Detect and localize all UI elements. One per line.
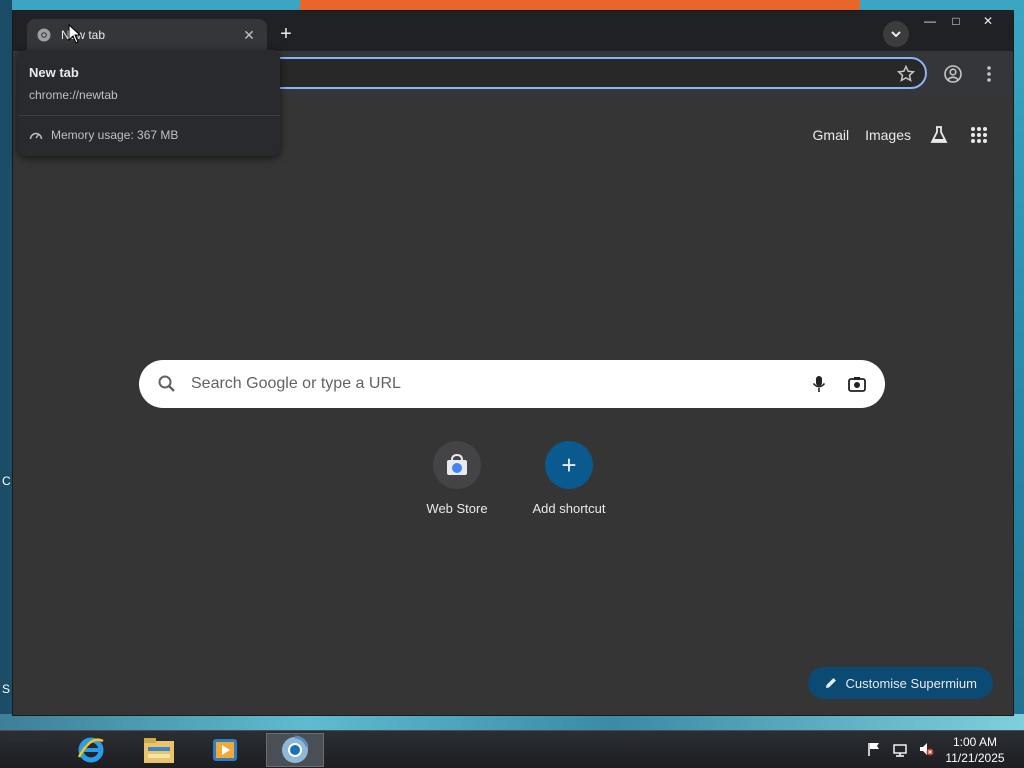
- mouse-cursor-icon: [68, 24, 82, 44]
- pencil-icon: [825, 678, 836, 688]
- hover-card-memory: Memory usage: 367 MB: [29, 128, 178, 142]
- volume-muted-icon[interactable]: [918, 741, 934, 757]
- close-window-button[interactable]: ✕: [973, 11, 1003, 31]
- shortcut-label: Add shortcut: [532, 501, 606, 516]
- shortcut-label: Web Store: [426, 501, 488, 516]
- labs-flask-icon[interactable]: [927, 123, 951, 147]
- maximize-button[interactable]: □: [943, 11, 969, 31]
- images-link[interactable]: Images: [865, 127, 911, 143]
- more-menu-icon[interactable]: [981, 64, 997, 84]
- tab-search-button[interactable]: [883, 21, 909, 47]
- profile-icon[interactable]: [943, 64, 963, 84]
- hover-card-divider: [18, 115, 280, 116]
- gauge-icon: [29, 132, 43, 140]
- close-icon[interactable]: ✕: [241, 27, 257, 43]
- tab-hover-card: New tab chrome://newtab Memory usage: 36…: [18, 50, 280, 156]
- top-links: Gmail Images: [813, 123, 991, 147]
- clock-date: 11/21/2025: [945, 751, 1005, 765]
- desktop-icon-label-partial-2: S: [2, 682, 11, 696]
- chrome-icon[interactable]: [266, 733, 324, 767]
- clock-time: 1:00 AM: [952, 735, 998, 749]
- action-center-flag-icon[interactable]: [866, 741, 882, 757]
- file-explorer-icon[interactable]: [132, 733, 186, 767]
- start-button[interactable]: [8, 731, 48, 741]
- desktop-wallpaper-band: [0, 714, 1024, 730]
- shortcut-add[interactable]: + Add shortcut: [519, 441, 619, 516]
- taskbar-clock[interactable]: 1:00 AM 11/21/2025: [938, 734, 1012, 766]
- media-player-icon[interactable]: [198, 733, 252, 767]
- taskbar: 1:00 AM 11/21/2025: [0, 730, 1024, 768]
- star-icon[interactable]: [897, 65, 915, 83]
- minimize-button[interactable]: —: [917, 11, 943, 31]
- plus-icon: +: [545, 441, 593, 489]
- tab-new-tab[interactable]: New tab ✕: [27, 19, 267, 51]
- gmail-link[interactable]: Gmail: [813, 127, 850, 143]
- search-box[interactable]: [139, 360, 885, 408]
- new-tab-page: Gmail Images Web Store: [13, 95, 1013, 715]
- tab-title: New tab: [61, 28, 106, 42]
- customise-button[interactable]: Customise Supermium: [807, 667, 993, 699]
- webstore-icon: [433, 441, 481, 489]
- tab-strip: New tab ✕ + — □ ✕: [13, 11, 1013, 51]
- internet-explorer-icon[interactable]: [64, 733, 118, 767]
- desktop-icon-label-partial: C: [2, 474, 11, 488]
- hover-card-title: New tab: [29, 65, 79, 80]
- memory-usage-text: Memory usage: 367 MB: [51, 128, 179, 142]
- chrome-icon: [37, 27, 53, 43]
- microphone-icon[interactable]: [809, 374, 829, 394]
- new-tab-button[interactable]: +: [275, 23, 297, 45]
- chevron-down-icon: [891, 31, 901, 38]
- search-icon: [158, 375, 175, 392]
- apps-grid-icon[interactable]: [967, 123, 991, 147]
- search-input[interactable]: [191, 375, 801, 393]
- hover-card-url: chrome://newtab: [29, 88, 118, 102]
- network-icon[interactable]: [892, 741, 908, 757]
- camera-lens-icon[interactable]: [847, 374, 867, 394]
- customise-label: Customise Supermium: [845, 675, 978, 691]
- desktop-wallpaper-edge: [0, 0, 12, 716]
- system-tray: [866, 741, 934, 757]
- shortcut-web-store[interactable]: Web Store: [407, 441, 507, 516]
